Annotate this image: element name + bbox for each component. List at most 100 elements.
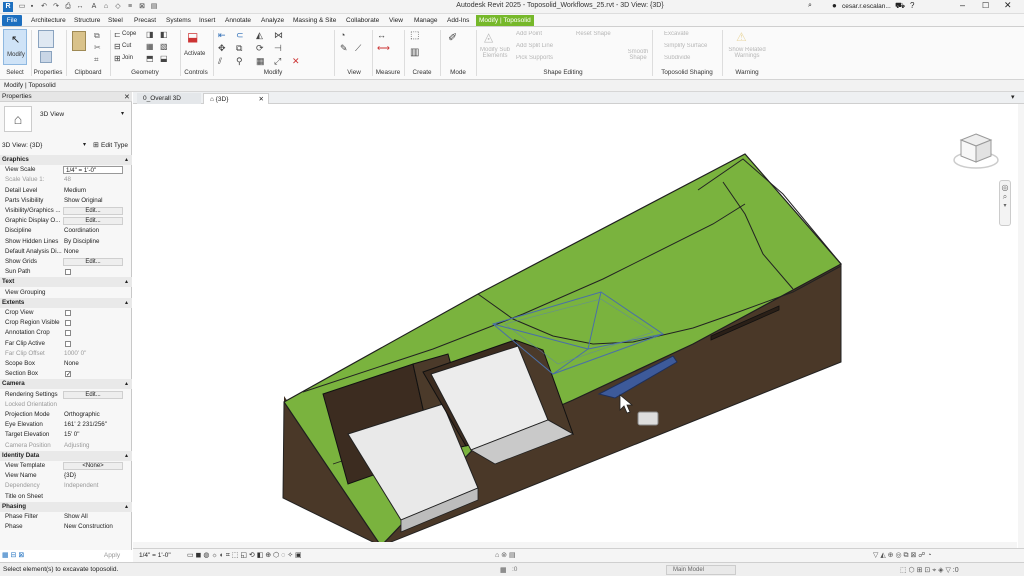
tab-systems[interactable]: Systems [163,15,194,26]
thin-lines-icon[interactable]: ≡ [126,2,134,11]
paste-icon[interactable] [72,31,86,51]
geometry-icon-3[interactable]: ▦ [146,42,154,51]
3d-view-icon[interactable]: ⌂ [102,2,110,11]
property-edit-button[interactable]: Edit... [63,390,123,399]
override-icon[interactable]: ✎ [340,43,348,54]
property-value[interactable]: None [64,247,79,257]
drawing-canvas[interactable]: ◎ ⌕ ▾ [133,104,1024,548]
property-checkbox[interactable] [65,320,71,327]
join-label[interactable]: Join [122,55,133,61]
user-avatar-icon[interactable]: ● [832,1,837,10]
revit-logo[interactable]: R [3,2,13,12]
nav-chevron-icon[interactable]: ▾ [1000,202,1010,209]
minimize-button[interactable]: – [960,0,965,10]
properties-panel-label[interactable]: Properties [32,69,64,76]
property-edit-button[interactable]: Edit... [63,217,123,226]
tab-manage[interactable]: Manage [411,15,441,26]
close-hidden-icon[interactable]: ⊠ [138,2,146,11]
workset-icon[interactable]: ▦ [500,564,507,577]
close-palette-icon[interactable]: ✕ [124,93,130,101]
geometry-icon-6[interactable]: ⬓ [160,54,168,63]
property-value[interactable]: New Construction [64,522,113,532]
trim-icon[interactable]: ⊣ [274,43,282,54]
type-properties-icon[interactable] [40,51,52,63]
navigation-bar[interactable]: ◎ ⌕ ▾ [999,180,1011,226]
tab-steel[interactable]: Steel [105,15,126,26]
type-selector[interactable]: 3D View ▾ [36,106,128,122]
activate-label[interactable]: Activate [184,51,205,57]
collapse-icon[interactable]: ▴ [125,502,128,512]
undo-icon[interactable]: ↶ [40,2,48,11]
property-value[interactable]: By Discipline [64,237,99,247]
linework-icon[interactable]: ⟋ [355,43,361,54]
pin-icon[interactable]: ⚲ [236,56,243,67]
tab-add-ins[interactable]: Add-Ins [444,15,472,26]
property-checkbox[interactable] [65,330,71,337]
maximize-button[interactable]: ☐ [982,1,989,10]
shape-editing-panel-label[interactable]: Shape Editing [478,69,648,76]
property-checkbox[interactable] [65,269,71,276]
property-value[interactable]: None [64,359,79,369]
text-icon[interactable]: A [90,2,98,11]
tab-overall-3d[interactable]: 0_Overall 3D [137,93,201,104]
close-button[interactable]: ✕ [1004,0,1012,11]
collapse-icon[interactable]: ▴ [125,451,128,461]
cope-label[interactable]: Cope [122,31,136,37]
property-value[interactable]: 15' 0" [64,430,79,440]
tab-massing-site[interactable]: Massing & Site [290,15,339,26]
warning-icon[interactable]: ⚠ [736,30,747,44]
geometry-icon-5[interactable]: ⬒ [146,54,154,63]
offset-icon[interactable]: ⊂ [236,30,244,41]
collapse-icon[interactable]: ▴ [125,155,128,165]
tab-structure[interactable]: Structure [71,15,103,26]
match-icon[interactable]: ⌗ [94,55,99,65]
cut-label[interactable]: Cut [122,43,131,49]
excavate-label[interactable]: Excavate [664,31,689,37]
user-name[interactable]: cesar.r.escalan... [842,3,891,10]
tab-3d-view[interactable]: ⌂ {3D} ✕ [203,93,269,104]
tab-analyze[interactable]: Analyze [258,15,287,26]
section-icon[interactable]: ◇ [114,2,122,11]
collapse-icon[interactable]: ▴ [125,277,128,287]
property-category[interactable]: Camera ▴ [0,379,132,390]
tab-collaborate[interactable]: Collaborate [343,15,382,26]
property-checkbox[interactable] [65,340,71,347]
zoom-icon[interactable]: ⌕ [1000,192,1010,202]
measure-distance-icon[interactable]: ↔ [377,30,386,40]
steering-wheel-icon[interactable]: ◎ [1000,183,1010,192]
property-category[interactable]: Extents ▴ [0,297,132,308]
cope-icon[interactable]: ⊏ [114,30,121,39]
tab-architecture[interactable]: Architecture [28,15,69,26]
tab-file[interactable]: File [2,15,22,26]
save-icon[interactable]: ▪ [28,2,36,11]
apply-button[interactable]: Apply [98,551,126,561]
property-category[interactable]: Identity Data ▴ [0,450,132,461]
join-icon[interactable]: ⊞ [114,54,121,63]
smooth-shape-label[interactable]: Smooth Shape [626,49,650,61]
view-selector[interactable]: 3D View: {3D} [2,142,42,149]
vertical-scrollbar[interactable] [1018,104,1024,548]
tab-annotate[interactable]: Annotate [222,15,254,26]
property-checkbox[interactable] [65,370,71,380]
edit-type-button[interactable]: Edit Type [101,142,128,149]
create-part-icon[interactable]: ⬚ [410,30,419,41]
switch-windows-icon[interactable]: ▤ [150,2,158,11]
add-point-label[interactable]: Add Point [516,31,542,37]
design-options-icon[interactable]: ▽ ◭ ⊕ ◎ ⧉ ⊠ ☍ ◔ [873,551,932,560]
collapse-icon[interactable]: ▴ [125,298,128,308]
property-edit-button[interactable]: <None> [63,462,123,470]
show-related-warnings-label[interactable]: Show Related Warnings [724,47,770,59]
properties-help-link[interactable]: ▦ ⊟ ⊠ [2,551,24,559]
tab-modify-toposolid[interactable]: Modify | Toposolid [476,15,534,26]
property-value[interactable]: Show Original [64,196,103,206]
property-value[interactable]: 161' 2 231/256" [64,420,107,430]
modify-tool-button[interactable]: ↖ Modify [3,29,27,65]
tab-view[interactable]: View [386,15,406,26]
delete-icon[interactable]: ✕ [292,56,300,67]
hide-element-icon[interactable]: ◔ [340,30,345,40]
property-value[interactable]: Orthographic [64,410,100,420]
cut-geometry-icon[interactable]: ⊟ [114,42,121,51]
toposolid-3d-model[interactable] [133,104,1024,548]
edit-sketch-icon[interactable]: ✐ [448,31,462,47]
reset-shape-label[interactable]: Reset Shape [576,31,611,37]
